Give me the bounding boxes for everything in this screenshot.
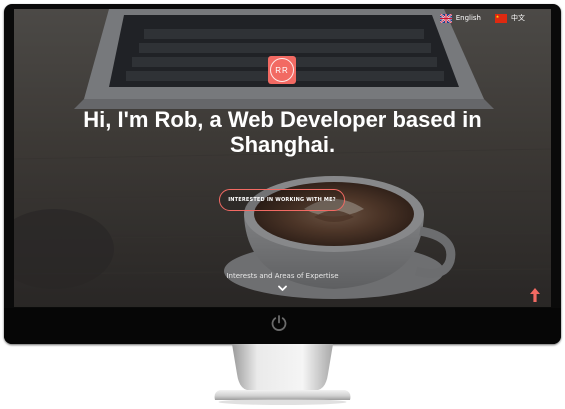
stage: English 中文 RR Hi, I'm Rob, a Web Develop… [0, 0, 565, 409]
china-flag-icon [495, 13, 507, 23]
hero-headline-line1: Hi, I'm Rob, a Web Developer based in [83, 107, 482, 132]
hero-headline-line2: Shanghai. [229, 132, 336, 157]
cta-button[interactable]: INTERESTED IN WORKING WITH ME? [219, 189, 345, 211]
power-button-icon[interactable] [269, 313, 289, 333]
interests-label[interactable]: Interests and Areas of Expertise [14, 272, 551, 280]
background-overlay [14, 9, 551, 307]
monitor-stand-base [214, 390, 351, 405]
site-logo[interactable]: RR [268, 56, 296, 84]
language-label-chinese: 中文 [511, 14, 525, 22]
language-option-chinese[interactable]: 中文 [495, 13, 525, 23]
logo-monogram: RR [270, 58, 294, 82]
screen: English 中文 RR Hi, I'm Rob, a Web Develop… [14, 9, 551, 307]
hero-headline: Hi, I'm Rob, a Web Developer based in Sh… [14, 107, 551, 157]
arrow-up-icon[interactable] [530, 288, 540, 302]
monitor-stand-neck [232, 344, 333, 390]
language-label-english: English [455, 14, 481, 22]
language-switch: English 中文 [439, 13, 525, 23]
uk-flag-icon [439, 13, 452, 23]
chevron-down-icon[interactable] [278, 285, 287, 292]
language-option-english[interactable]: English [439, 13, 481, 23]
